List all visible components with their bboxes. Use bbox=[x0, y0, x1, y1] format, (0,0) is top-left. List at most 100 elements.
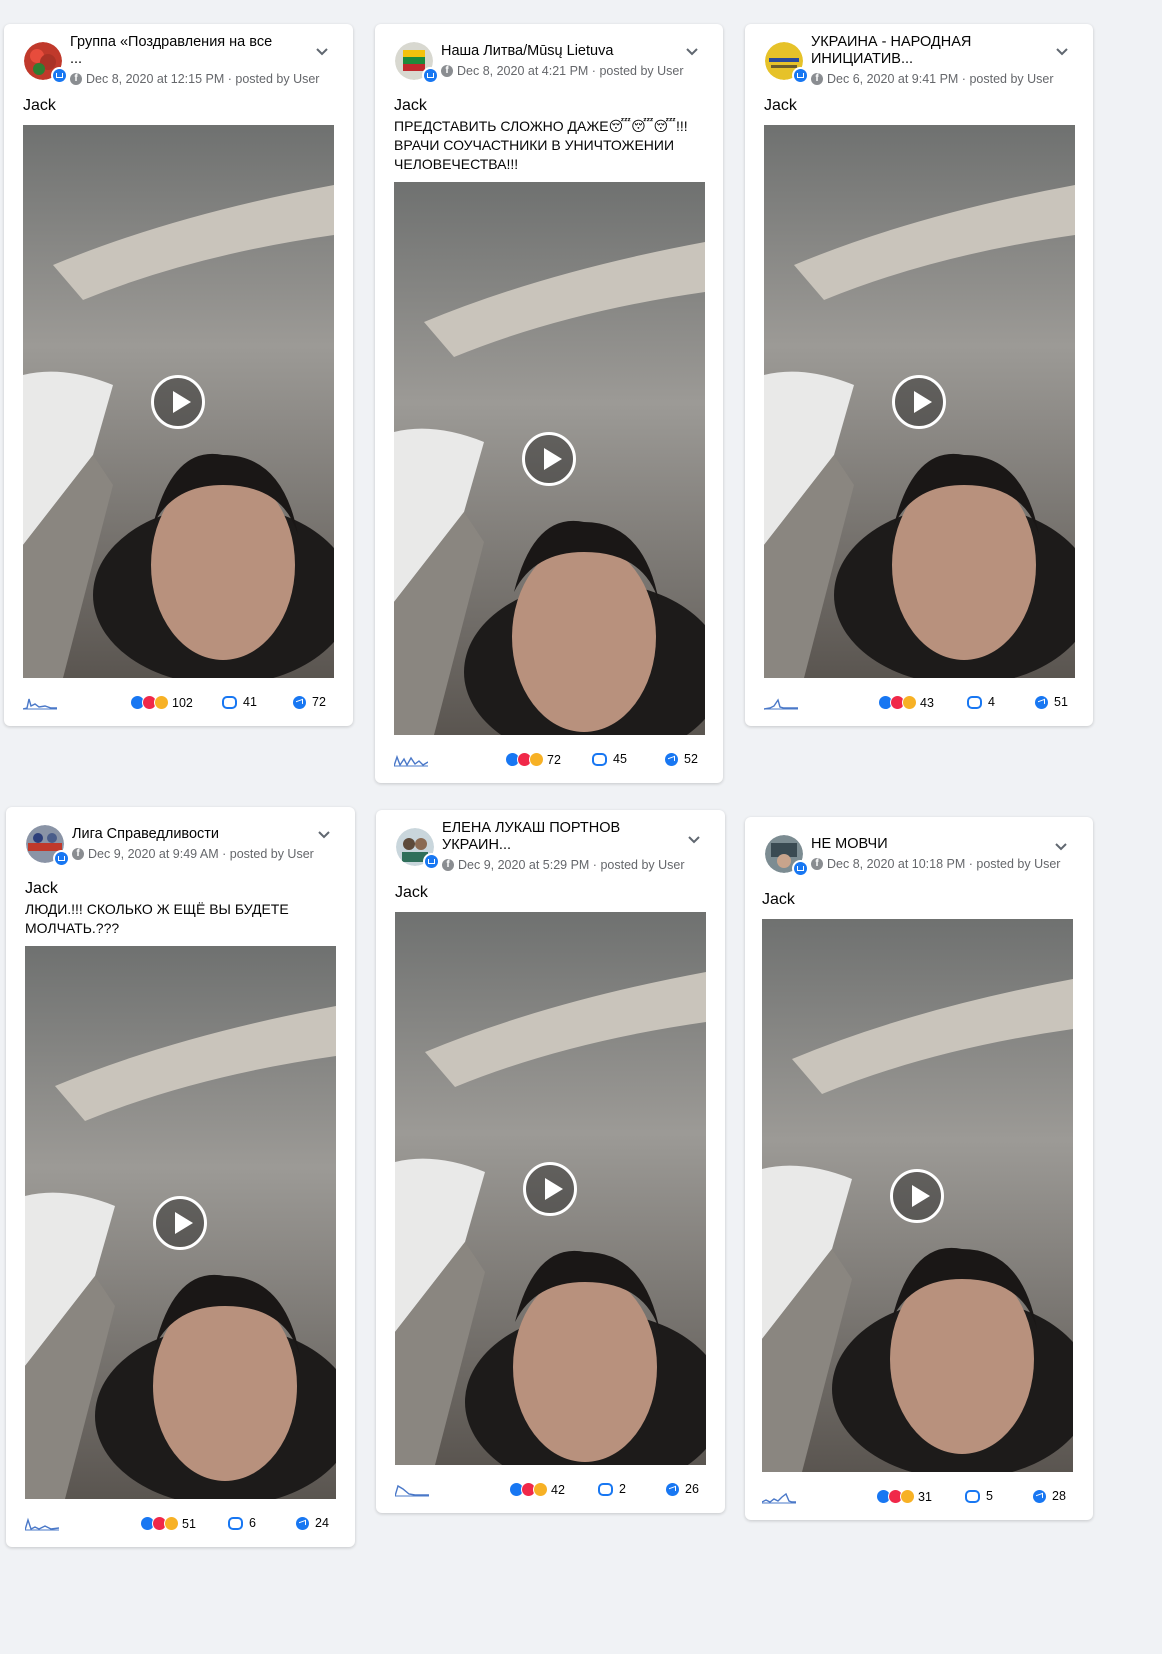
post-meta: f Dec 8, 2020 at 4:21 PM · posted by Use… bbox=[441, 64, 684, 78]
video-thumbnail[interactable] bbox=[764, 125, 1075, 678]
share-icon bbox=[665, 752, 678, 766]
comments-count[interactable]: 4 bbox=[967, 695, 995, 709]
reactions-count[interactable]: 42 bbox=[509, 1482, 565, 1497]
group-avatar[interactable] bbox=[765, 42, 809, 84]
play-button[interactable] bbox=[151, 375, 205, 429]
post-stats: 31 5 28 bbox=[745, 1487, 1093, 1507]
reactions-icon bbox=[878, 695, 917, 710]
comments-count[interactable]: 5 bbox=[965, 1489, 993, 1503]
video-thumbnail[interactable] bbox=[25, 946, 336, 1499]
shares-count[interactable]: 51 bbox=[1035, 695, 1068, 709]
sparkline-chart bbox=[764, 698, 798, 710]
post-card: НЕ МОВЧИ f Dec 8, 2020 at 10:18 PM · pos… bbox=[745, 817, 1093, 1520]
play-button[interactable] bbox=[890, 1169, 944, 1223]
reactions-count[interactable]: 31 bbox=[876, 1489, 932, 1504]
facebook-icon: f bbox=[811, 73, 823, 85]
group-name[interactable]: Лига Справедливости bbox=[72, 826, 302, 844]
video-thumbnail[interactable] bbox=[762, 919, 1073, 1472]
comments-count[interactable]: 2 bbox=[598, 1482, 626, 1496]
comments-count[interactable]: 6 bbox=[228, 1516, 256, 1530]
sparkline-chart bbox=[395, 1484, 429, 1497]
share-icon bbox=[1033, 1489, 1046, 1503]
chevron-down-icon[interactable] bbox=[317, 830, 331, 840]
play-button[interactable] bbox=[153, 1196, 207, 1250]
play-button[interactable] bbox=[892, 375, 946, 429]
post-card: Группа «Поздравления на все ... f Dec 8,… bbox=[4, 24, 353, 726]
reactions-count[interactable]: 72 bbox=[505, 752, 561, 767]
reactions-count[interactable]: 43 bbox=[878, 695, 934, 710]
chevron-down-icon[interactable] bbox=[1054, 842, 1068, 852]
post-timestamp: Dec 8, 2020 at 12:15 PM · posted by User bbox=[86, 72, 320, 86]
post-author: Jack bbox=[764, 97, 797, 114]
group-badge-icon bbox=[423, 853, 440, 870]
post-timestamp: Dec 8, 2020 at 10:18 PM · posted by User bbox=[827, 857, 1061, 871]
group-avatar[interactable] bbox=[396, 828, 440, 870]
comment-icon bbox=[222, 695, 237, 709]
sparkline-chart bbox=[23, 698, 57, 710]
play-button[interactable] bbox=[522, 432, 576, 486]
group-badge-icon bbox=[51, 67, 68, 84]
shares-count[interactable]: 52 bbox=[665, 752, 698, 766]
comment-icon bbox=[228, 1516, 243, 1530]
post-message: ЛЮДИ.!!! СКОЛЬКО Ж ЕЩЁ ВЫ БУДЕТЕ МОЛЧАТЬ… bbox=[25, 901, 289, 936]
group-avatar[interactable] bbox=[395, 42, 439, 84]
post-meta: f Dec 9, 2020 at 9:49 AM · posted by Use… bbox=[72, 847, 314, 861]
group-name[interactable]: УКРАИНА - НАРОДНАЯ ИНИЦИАТИВ... bbox=[811, 34, 1041, 70]
shares-count[interactable]: 24 bbox=[296, 1516, 329, 1530]
reactions-count[interactable]: 102 bbox=[130, 695, 193, 710]
post-author: Jack bbox=[23, 97, 56, 114]
post-meta: f Dec 8, 2020 at 12:15 PM · posted by Us… bbox=[70, 72, 319, 86]
group-name[interactable]: НЕ МОВЧИ bbox=[811, 836, 1041, 854]
post-timestamp: Dec 9, 2020 at 5:29 PM · posted by User bbox=[458, 858, 685, 872]
video-thumbnail[interactable] bbox=[395, 912, 706, 1465]
play-button[interactable] bbox=[523, 1162, 577, 1216]
chevron-down-icon[interactable] bbox=[315, 47, 329, 57]
reactions-count[interactable]: 51 bbox=[140, 1516, 196, 1531]
group-badge-icon bbox=[792, 860, 809, 877]
post-meta: f Dec 8, 2020 at 10:18 PM · posted by Us… bbox=[811, 857, 1060, 871]
post-author: Jack bbox=[395, 884, 428, 901]
post-card: Наша Литва/Mūsų Lietuva f Dec 8, 2020 at… bbox=[375, 24, 723, 783]
group-name[interactable]: Группа «Поздравления на все ... bbox=[70, 34, 300, 70]
share-icon bbox=[1035, 695, 1048, 709]
shares-count[interactable]: 28 bbox=[1033, 1489, 1066, 1503]
reactions-icon bbox=[509, 1482, 548, 1497]
post-stats: 42 2 26 bbox=[376, 1480, 725, 1500]
post-message: ПРЕДСТАВИТЬ СЛОЖНО ДАЖЕ😴😴😴!!! ВРАЧИ СОУЧ… bbox=[394, 118, 688, 172]
comments-count[interactable]: 41 bbox=[222, 695, 257, 709]
comment-icon bbox=[967, 695, 982, 709]
chevron-down-icon[interactable] bbox=[685, 47, 699, 57]
post-meta: f Dec 6, 2020 at 9:41 PM · posted by Use… bbox=[811, 72, 1054, 86]
comment-icon bbox=[965, 1489, 980, 1503]
video-thumbnail[interactable] bbox=[23, 125, 334, 678]
post-stats: 43 4 51 bbox=[745, 693, 1093, 713]
post-card: УКРАИНА - НАРОДНАЯ ИНИЦИАТИВ... f Dec 6,… bbox=[745, 24, 1093, 726]
group-name[interactable]: Наша Литва/Mūsų Lietuva bbox=[441, 43, 671, 61]
group-avatar[interactable] bbox=[26, 825, 70, 867]
chevron-down-icon[interactable] bbox=[687, 835, 701, 845]
facebook-icon: f bbox=[442, 859, 454, 871]
facebook-icon: f bbox=[441, 65, 453, 77]
sparkline-chart bbox=[394, 754, 428, 767]
post-author: Jack bbox=[762, 891, 795, 908]
group-name[interactable]: ЕЛЕНА ЛУКАШ ПОРТНОВ УКРАИН... bbox=[442, 820, 672, 856]
shares-count[interactable]: 72 bbox=[293, 695, 326, 709]
group-avatar[interactable] bbox=[24, 42, 68, 84]
sparkline-chart bbox=[25, 1517, 59, 1531]
shares-count[interactable]: 26 bbox=[666, 1482, 699, 1496]
reactions-icon bbox=[505, 752, 544, 767]
reactions-icon bbox=[876, 1489, 915, 1504]
group-badge-icon bbox=[792, 67, 809, 84]
post-stats: 102 41 72 bbox=[4, 693, 353, 713]
post-timestamp: Dec 6, 2020 at 9:41 PM · posted by User bbox=[827, 72, 1054, 86]
group-avatar[interactable] bbox=[765, 835, 809, 877]
comment-icon bbox=[592, 752, 607, 766]
reactions-icon bbox=[140, 1516, 179, 1531]
comments-count[interactable]: 45 bbox=[592, 752, 627, 766]
post-stats: 51 6 24 bbox=[6, 1514, 355, 1534]
comment-icon bbox=[598, 1482, 613, 1496]
post-timestamp: Dec 8, 2020 at 4:21 PM · posted by User bbox=[457, 64, 684, 78]
video-thumbnail[interactable] bbox=[394, 182, 705, 735]
facebook-icon: f bbox=[72, 848, 84, 860]
chevron-down-icon[interactable] bbox=[1055, 47, 1069, 57]
